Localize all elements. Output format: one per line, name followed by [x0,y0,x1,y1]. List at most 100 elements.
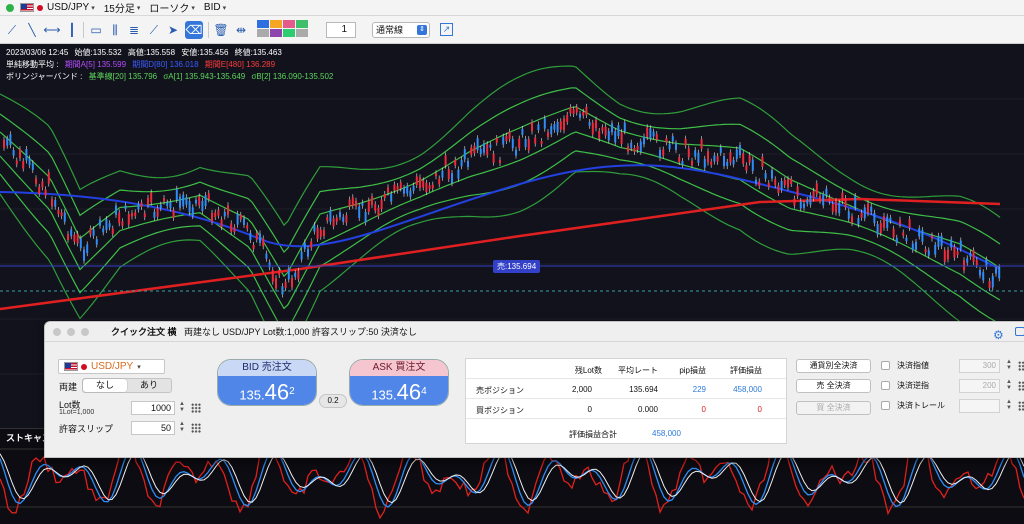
us-flag-icon [64,362,78,371]
hedge-label: 両建 [59,382,78,392]
color-swatch[interactable] [283,20,295,28]
candle-body [921,230,924,242]
color-palette[interactable] [257,20,308,37]
color-swatch[interactable] [270,20,282,28]
slip-input[interactable]: 50 [131,421,175,435]
horizontal-line-icon[interactable]: ⟷ [43,21,61,39]
hedge-off-option[interactable]: なし [83,379,127,392]
price-side-selector[interactable]: BID ▾ [204,2,226,13]
currency-select[interactable]: USD/JPY ▾ [58,359,165,374]
settle-trail-checkbox[interactable] [881,401,890,410]
lot-input[interactable]: 1000 [131,401,175,415]
trash-icon[interactable]: 🗑 [212,21,230,39]
settle-stop-label: 決済逆指 [897,381,929,390]
color-swatch[interactable] [296,29,308,37]
ohlc-low: 安値:135.456 [181,48,229,57]
color-swatch[interactable] [257,29,269,37]
color-swatch[interactable] [270,29,282,37]
expand-icon[interactable]: ↗ [440,23,453,36]
gear-icon[interactable]: ⚙ [993,325,1004,345]
channel-icon[interactable]: ⫼ [106,21,124,39]
settle-trail-stepper[interactable]: ▲ ▼ [1005,399,1013,411]
candle-body [182,194,185,207]
candle-body [307,248,309,257]
minimize-window-button[interactable] [67,328,75,336]
color-swatch[interactable] [283,29,295,37]
candle-body [703,158,706,168]
candle-body [883,215,885,228]
line-tool-icon[interactable]: ╲ [23,21,41,39]
line-style-select[interactable]: 通常線 ⇕ [372,22,430,38]
sell-close-all-button[interactable]: 売 全決済 [796,379,871,393]
candle-body [655,134,658,140]
candle-body [313,225,316,232]
close-all-by-currency-button[interactable]: 通貨別全決済 [796,359,871,373]
candle-body [438,178,441,185]
eraser-icon[interactable]: ⌫ [185,21,203,39]
keypad-icon[interactable] [1018,401,1024,411]
close-window-button[interactable] [53,328,61,336]
hedge-on-option[interactable]: あり [127,379,171,392]
lot-stepper[interactable]: ▲ ▼ [178,401,186,413]
ma-label: 単純移動平均 : [6,60,59,69]
candle-body [457,169,460,179]
settle-stop-input[interactable]: 200 [959,379,1000,393]
candle-body [831,204,834,212]
keypad-icon[interactable] [191,403,201,413]
rectangle-icon[interactable]: ▭ [87,21,105,39]
chart-type-selector[interactable]: ローソク ▾ [149,0,195,15]
buy-close-all-button[interactable]: 買 全決済 [796,401,871,415]
keypad-icon[interactable] [191,423,201,433]
settle-stop-stepper[interactable]: ▲ ▼ [1005,379,1013,391]
candle-body [31,163,34,170]
trend-line-icon[interactable]: ⟋ [3,21,21,39]
candle-body [159,204,162,209]
symbol-selector[interactable]: USD/JPY ▾ [20,2,95,13]
jp-flag-icon [81,363,87,370]
zoom-window-button[interactable] [81,328,89,336]
candle-body [15,160,18,165]
candle-body [326,217,329,221]
window-toggle-icon[interactable] [1015,327,1024,336]
candle-body [211,213,213,222]
color-swatch[interactable] [257,20,269,28]
slip-stepper[interactable]: ▲ ▼ [178,421,186,433]
candle-body [121,221,124,226]
vertical-line-icon[interactable]: ┃ [63,21,81,39]
candle-body [979,269,981,276]
table-header: 残Lot数 平均レート pip損益 評価損益 [466,359,786,379]
bb-basis: 基準線[20] 135.796 [88,72,158,81]
candle-body [895,237,898,243]
timeframe-selector[interactable]: 15分足 ▾ [104,0,141,15]
candle-body [572,109,575,114]
candle-body [783,179,786,186]
wave-icon[interactable]: ⟋ [145,21,163,39]
candle-body [383,193,386,199]
header-lots: 残Lot数 [574,366,602,375]
line-width-input[interactable]: 1 [326,22,356,38]
bid-sell-button[interactable]: BID 売注文 135.462 [217,359,317,406]
candle-body [201,200,204,211]
fibonacci-icon[interactable]: ≣ [125,21,143,39]
settle-trail-input[interactable] [959,399,1000,413]
candle-body [905,237,908,241]
candle-body [636,145,639,150]
cursor-icon[interactable]: ➤ [164,21,182,39]
settle-limit-stepper[interactable]: ▲ ▼ [1005,359,1013,371]
candle-body [931,235,933,239]
keypad-icon[interactable] [1018,381,1024,391]
settle-limit-input[interactable]: 300 [959,359,1000,373]
settle-limit-checkbox[interactable] [881,361,890,370]
candle-body [569,107,572,114]
candle-body [892,228,895,238]
dialog-titlebar[interactable]: クイック注文 横 両建なし USD/JPY Lot数:1,000 許容スリップ:… [45,322,1024,342]
candle-body [630,142,633,149]
hedge-toggle[interactable]: なし あり [82,378,172,393]
ohlc-info: 2023/03/06 12:45 始値:135.532 高値:135.558 安… [6,47,286,58]
fit-width-icon[interactable]: ⇹ [232,21,250,39]
keypad-icon[interactable] [1018,361,1024,371]
settle-stop-checkbox[interactable] [881,381,890,390]
color-swatch[interactable] [296,20,308,28]
ask-buy-button[interactable]: ASK 買注文 135.464 [349,359,449,406]
candle-body [63,212,66,222]
